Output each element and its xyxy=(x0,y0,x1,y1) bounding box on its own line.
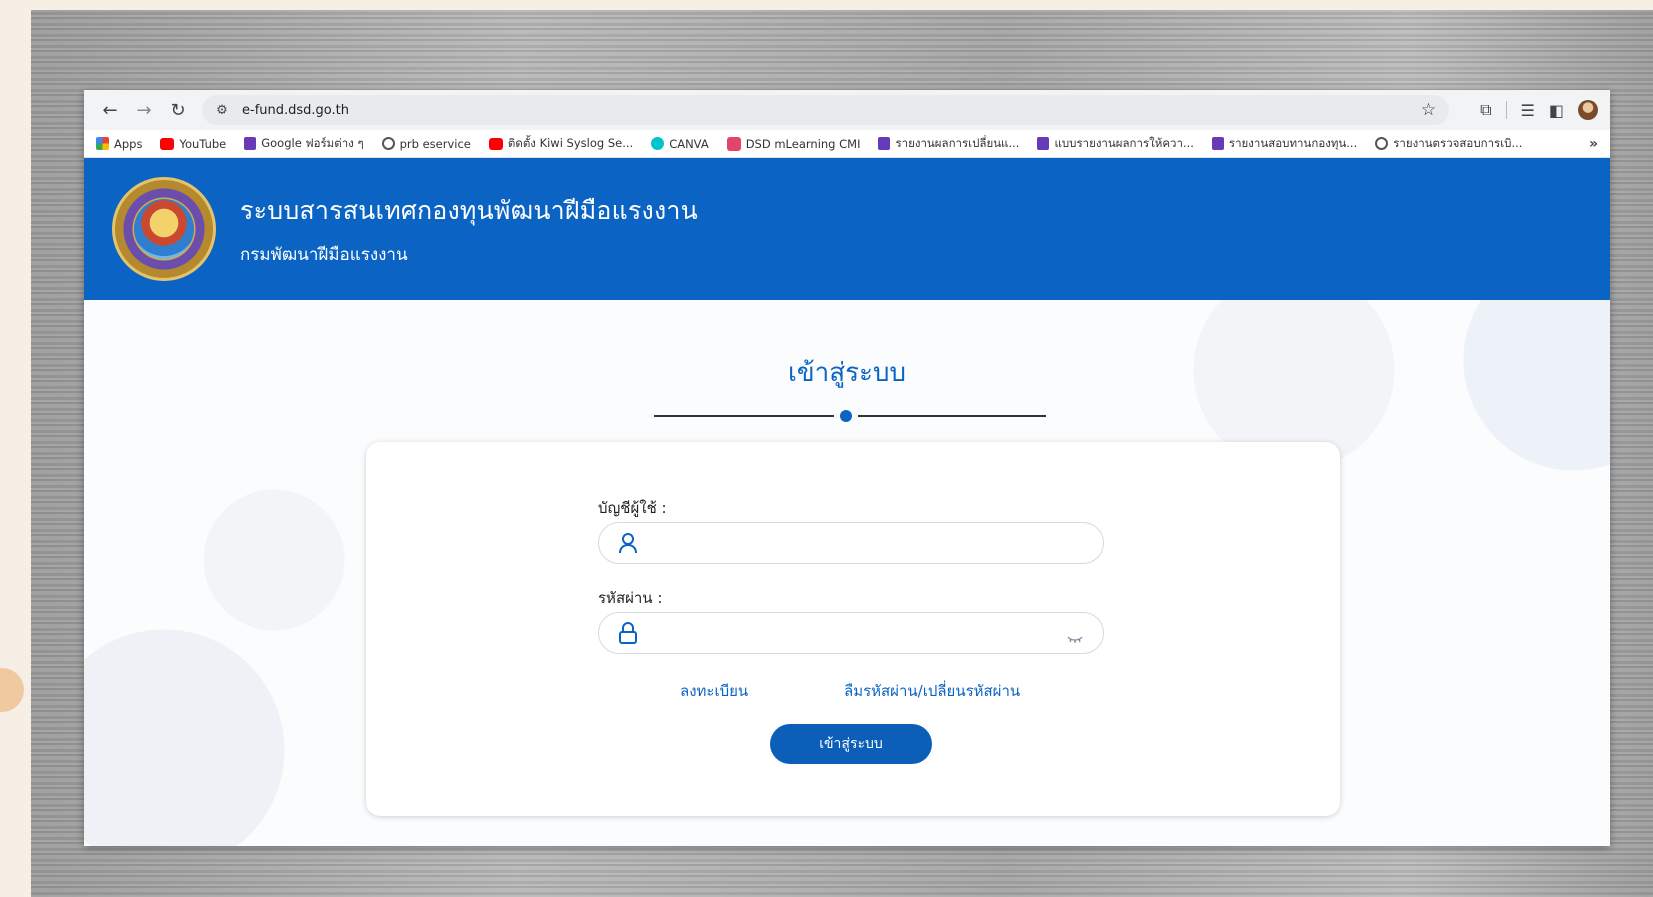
login-page: เข้าสู่ระบบ บัญชีผู้ใช้ : รหัสผ่าน : ลงท… xyxy=(84,300,1610,846)
dsd-logo-icon xyxy=(112,177,216,281)
login-button[interactable]: เข้าสู่ระบบ xyxy=(770,724,932,764)
sheet-icon xyxy=(244,137,257,150)
globe-icon xyxy=(1375,137,1389,150)
decorative-accent xyxy=(0,668,24,712)
username-input[interactable] xyxy=(651,525,1085,561)
bookmark-report-change[interactable]: รายงานผลการเปลี่ยนแ... xyxy=(878,135,1019,153)
register-link[interactable]: ลงทะเบียน xyxy=(680,679,748,703)
site-settings-icon[interactable]: ⚙ xyxy=(212,103,232,118)
username-label: บัญชีผู้ใช้ : xyxy=(598,499,667,517)
youtube-icon xyxy=(488,137,503,150)
bookmark-google-forms[interactable]: Google ฟอร์มต่าง ๆ xyxy=(244,135,364,153)
password-field[interactable] xyxy=(598,612,1104,654)
browser-window: ← → ↻ ⚙ e-fund.dsd.go.th ☆ ⧉ ☰ ◧ Apps Yo… xyxy=(84,90,1610,846)
forgot-password-link[interactable]: ลืมรหัสผ่าน/เปลี่ยนรหัสผ่าน xyxy=(844,679,1020,703)
divider-dot xyxy=(840,410,852,422)
site-title: ระบบสารสนเทศกองทุนพัฒนาฝีมือแรงงาน xyxy=(240,195,698,225)
forward-arrow-icon[interactable]: → xyxy=(130,96,158,124)
bookmark-canva[interactable]: CANVA xyxy=(651,137,709,151)
canva-icon xyxy=(651,137,665,150)
reload-icon[interactable]: ↻ xyxy=(164,96,192,124)
extensions-icon[interactable]: ⧉ xyxy=(1480,100,1491,120)
divider-line-left xyxy=(654,415,834,417)
username-field[interactable] xyxy=(598,522,1104,564)
bookmark-dsd-mlearning[interactable]: DSD mLearning CMI xyxy=(726,136,860,151)
bookmark-prb-eservice[interactable]: prb eservice xyxy=(381,137,471,151)
more-bookmarks-icon[interactable]: » xyxy=(1589,136,1598,152)
site-subtitle: กรมพัฒนาฝีมือแรงงาน xyxy=(240,244,408,265)
browser-toolbar: ← → ↻ ⚙ e-fund.dsd.go.th ☆ ⧉ ☰ ◧ xyxy=(84,90,1610,130)
bookmark-star-icon[interactable]: ☆ xyxy=(1421,100,1436,120)
bookmarks-bar: Apps YouTube Google ฟอร์มต่าง ๆ prb eser… xyxy=(84,130,1610,158)
lock-icon xyxy=(617,622,639,644)
toolbar-separator xyxy=(1505,101,1507,119)
password-input[interactable] xyxy=(651,615,1067,651)
sheet-icon xyxy=(1037,137,1050,150)
password-label: รหัสผ่าน : xyxy=(598,589,663,607)
back-arrow-icon[interactable]: ← xyxy=(96,96,124,124)
divider-line-right xyxy=(858,415,1046,417)
apps-grid-icon xyxy=(96,137,109,150)
hide-password-icon[interactable] xyxy=(1067,628,1085,643)
sheet-icon xyxy=(878,137,891,150)
site-header: ระบบสารสนเทศกองทุนพัฒนาฝีมือแรงงาน กรมพั… xyxy=(84,158,1610,300)
side-panel-icon[interactable]: ◧ xyxy=(1549,101,1564,120)
sheet-icon xyxy=(1211,137,1224,150)
youtube-icon xyxy=(160,137,175,150)
bookmark-audit-report[interactable]: รายงานตรวจสอบการเบิ... xyxy=(1375,135,1522,153)
logo-emblem xyxy=(134,199,194,259)
url-text: e-fund.dsd.go.th xyxy=(242,102,349,118)
bookmark-report-service[interactable]: แบบรายงานผลการให้ควา... xyxy=(1037,135,1194,153)
bookmark-kiwi-syslog[interactable]: ติดตั้ง Kiwi Syslog Se... xyxy=(488,135,633,153)
login-card: บัญชีผู้ใช้ : รหัสผ่าน : ลงทะเบียน ลืมรห… xyxy=(366,442,1340,816)
reading-list-icon[interactable]: ☰ xyxy=(1521,101,1535,120)
address-bar[interactable]: ⚙ e-fund.dsd.go.th xyxy=(202,95,1449,125)
dsd-icon xyxy=(726,136,741,151)
login-title: เข้าสู่ระบบ xyxy=(787,358,907,388)
profile-avatar-icon[interactable] xyxy=(1578,100,1598,120)
globe-icon xyxy=(381,137,395,150)
header-text: ระบบสารสนเทศกองทุนพัฒนาฝีมือแรงงาน กรมพั… xyxy=(240,191,698,268)
user-icon xyxy=(617,532,639,554)
title-divider xyxy=(654,410,1046,422)
bookmark-apps[interactable]: Apps xyxy=(96,137,142,151)
bookmark-fund-review[interactable]: รายงานสอบทานกองทุน... xyxy=(1211,135,1357,153)
bookmark-youtube[interactable]: YouTube xyxy=(160,137,226,151)
toolbar-actions: ☆ ⧉ ☰ ◧ xyxy=(1421,100,1598,120)
